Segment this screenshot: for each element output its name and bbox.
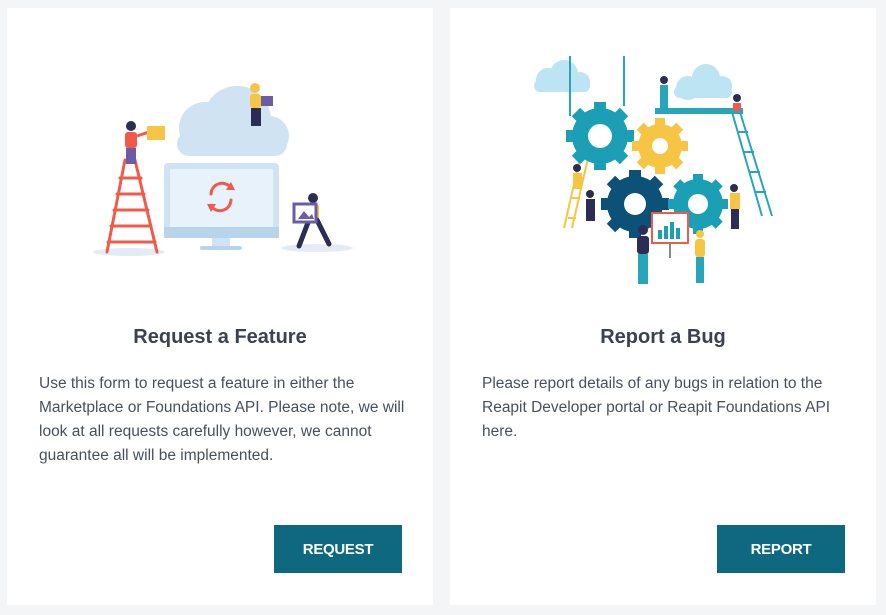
- cloud-sync-illustration: [93, 83, 353, 256]
- report-bug-card: Report a Bug Please report details of an…: [450, 8, 876, 605]
- report-button[interactable]: REPORT: [717, 525, 845, 573]
- card-description: Use this form to request a feature in ei…: [39, 375, 405, 464]
- request-button[interactable]: REQUEST: [274, 525, 402, 573]
- request-feature-card: Request a Feature Use this form to reque…: [7, 8, 433, 605]
- card-title: Report a Bug: [600, 326, 726, 348]
- gears-teamwork-illustration: [534, 56, 773, 284]
- card-description: Please report details of any bugs in rel…: [482, 375, 831, 440]
- card-title: Request a Feature: [133, 326, 307, 348]
- support-cards-grid: Request a Feature Use this form to reque…: [0, 0, 886, 615]
